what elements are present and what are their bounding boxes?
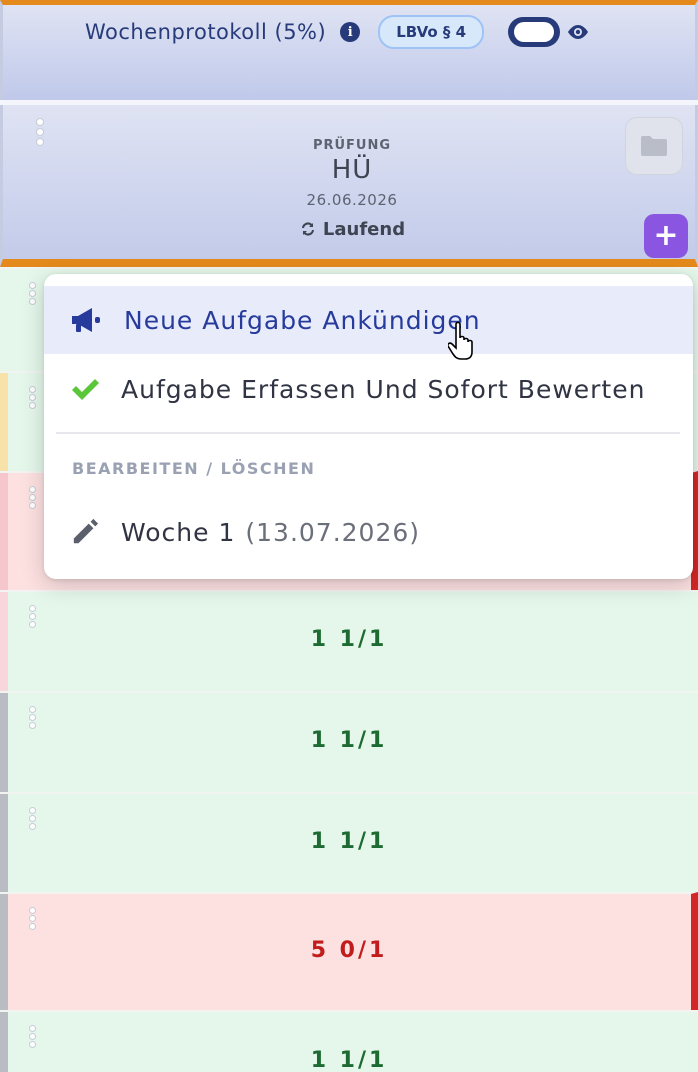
row-kebab-menu-icon[interactable] (30, 908, 36, 936)
eye-icon[interactable] (566, 24, 590, 40)
protocol-header: Wochenprotokoll (5%) i LBVo § 4 (0, 0, 698, 103)
score-value: 1 1/1 (310, 1048, 388, 1072)
row-status-bar (0, 473, 8, 590)
hand-cursor-icon (448, 321, 473, 360)
menu-item-label: Neue Aufgabe Ankündigen (124, 305, 481, 335)
exam-date: 26.06.2026 (306, 191, 398, 209)
menu-section-heading: BEARBEITEN / LÖSCHEN (72, 459, 316, 478)
menu-item-label: Woche 1 (121, 517, 236, 547)
info-icon[interactable]: i (340, 22, 361, 42)
score-row[interactable]: 5 0/1 (0, 892, 698, 1010)
menu-divider (56, 432, 680, 434)
score-row[interactable]: 1 1/1 (0, 1010, 698, 1072)
checkmark-icon (72, 379, 99, 400)
protocol-title: Wochenprotokoll (5%) (85, 20, 327, 44)
exam-status-label: Laufend (322, 219, 406, 240)
add-task-button[interactable]: + (644, 214, 688, 258)
score-row[interactable]: 1 1/1 (0, 691, 698, 792)
menu-item-sublabel: (13.07.2026) (245, 517, 421, 547)
menu-item-grade-now[interactable]: Aufgabe Erfassen Und Sofort Bewerten (44, 356, 693, 422)
megaphone-icon (72, 308, 100, 332)
menu-item-edit-week[interactable]: Woche 1 (13.07.2026) (44, 499, 693, 565)
score-row[interactable]: 1 1/1 (0, 590, 698, 691)
exam-status: Laufend (3, 219, 698, 240)
score-value: 1 1/1 (310, 627, 388, 652)
lbvo-badge[interactable]: LBVo § 4 (378, 15, 485, 49)
folder-button[interactable] (625, 117, 683, 175)
header-title-row: Wochenprotokoll (5%) i LBVo § 4 (85, 15, 590, 49)
exam-card: PRÜFUNG HÜ 26.06.2026 Laufend + (0, 105, 698, 267)
row-kebab-menu-icon[interactable] (30, 283, 36, 311)
exam-name: HÜ (331, 155, 373, 185)
pencil-icon (73, 518, 99, 544)
menu-item-announce-task[interactable]: Neue Aufgabe Ankündigen (44, 286, 693, 354)
folder-icon (641, 136, 667, 156)
row-kebab-menu-icon[interactable] (30, 487, 36, 515)
score-value: 5 0/1 (310, 938, 388, 963)
score-row[interactable]: 1 1/1 (0, 792, 698, 892)
row-kebab-menu-icon[interactable] (30, 387, 36, 415)
row-status-bar (0, 373, 8, 471)
score-value: 1 1/1 (310, 829, 388, 854)
visibility-toggle[interactable] (508, 17, 561, 47)
menu-item-label: Aufgabe Erfassen Und Sofort Bewerten (121, 374, 646, 404)
task-dropdown-menu: Neue Aufgabe Ankündigen Aufgabe Erfassen… (44, 274, 693, 579)
score-value: 1 1/1 (310, 728, 388, 753)
exam-kind: PRÜFUNG (312, 138, 392, 153)
refresh-icon (301, 222, 314, 236)
